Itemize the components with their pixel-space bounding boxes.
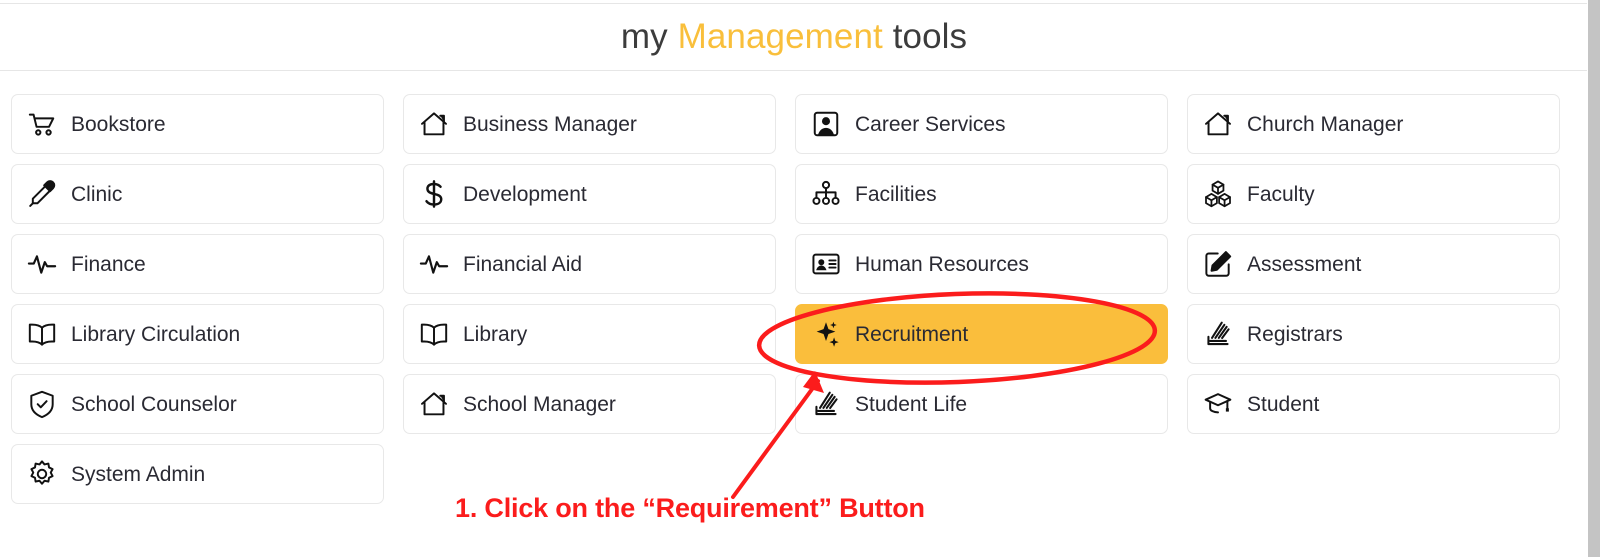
- tool-tile-placeholder: [1187, 444, 1560, 504]
- house-icon: [1202, 108, 1234, 140]
- page-title: my Management tools: [621, 17, 967, 57]
- management-tools-page: my Management tools Bookstore Business Ma…: [0, 0, 1600, 557]
- tool-tile-label: Library: [463, 322, 528, 346]
- tool-tile-financial-aid[interactable]: Financial Aid: [403, 234, 776, 294]
- tool-tile-label: Development: [463, 182, 587, 206]
- tool-tile-label: Recruitment: [855, 322, 969, 346]
- paper-stack-icon: [1202, 318, 1234, 350]
- tool-tile-facilities[interactable]: Facilities: [795, 164, 1168, 224]
- tool-tile-church-manager[interactable]: Church Manager: [1187, 94, 1560, 154]
- page-title-accent: Management: [677, 17, 883, 56]
- tool-tile-development[interactable]: Development: [403, 164, 776, 224]
- id-card-icon: [810, 248, 842, 280]
- tool-tile-registrars[interactable]: Registrars: [1187, 304, 1560, 364]
- tool-tile-label: Library Circulation: [71, 322, 241, 346]
- vertical-scrollbar[interactable]: [1588, 0, 1600, 557]
- tool-tile-label: School Counselor: [71, 392, 237, 416]
- cubes-icon: [1202, 178, 1234, 210]
- tool-tile-student-life[interactable]: Student Life: [795, 374, 1168, 434]
- tool-tile-label: Bookstore: [71, 112, 166, 136]
- tool-tile-label: Business Manager: [463, 112, 637, 136]
- tool-tile-career-services[interactable]: Career Services: [795, 94, 1168, 154]
- tool-tile-label: Career Services: [855, 112, 1006, 136]
- shield-check-icon: [26, 388, 58, 420]
- tool-tile-school-manager[interactable]: School Manager: [403, 374, 776, 434]
- tool-tile-label: Human Resources: [855, 252, 1029, 276]
- tool-tile-label: Clinic: [71, 182, 123, 206]
- paper-stack-icon: [810, 388, 842, 420]
- house-icon: [418, 388, 450, 420]
- tool-tile-faculty[interactable]: Faculty: [1187, 164, 1560, 224]
- callout-step-text: 1. Click on the “Requirement” Button: [455, 493, 925, 523]
- pulse-icon: [26, 248, 58, 280]
- pulse-icon: [418, 248, 450, 280]
- page-title-prefix: my: [620, 17, 668, 56]
- eyedropper-icon: [26, 178, 58, 210]
- open-book-icon: [418, 318, 450, 350]
- tool-tile-label: Student: [1247, 392, 1320, 416]
- tool-tile-label: Assessment: [1247, 252, 1362, 276]
- house-icon: [418, 108, 450, 140]
- tool-tile-student[interactable]: Student: [1187, 374, 1560, 434]
- shopping-cart-icon: [26, 108, 58, 140]
- tool-tile-clinic[interactable]: Clinic: [11, 164, 384, 224]
- dollar-sign-icon: [418, 178, 450, 210]
- graduation-cap-icon: [1202, 388, 1234, 420]
- pencil-square-icon: [1202, 248, 1234, 280]
- tool-tile-library-circulation[interactable]: Library Circulation: [11, 304, 384, 364]
- tool-tile-business-manager[interactable]: Business Manager: [403, 94, 776, 154]
- gear-icon: [26, 458, 58, 490]
- sparkles-icon: [810, 318, 842, 350]
- tool-tile-label: Student Life: [855, 392, 968, 416]
- page-header: my Management tools: [0, 4, 1588, 71]
- open-book-icon: [26, 318, 58, 350]
- tool-tile-library[interactable]: Library: [403, 304, 776, 364]
- user-square-icon: [810, 108, 842, 140]
- tool-tile-label: Facilities: [855, 182, 937, 206]
- tool-tile-finance[interactable]: Finance: [11, 234, 384, 294]
- tool-tile-label: Registrars: [1247, 322, 1343, 346]
- org-chart-icon: [810, 178, 842, 210]
- tool-tile-grid: Bookstore Business Manager Career Services…: [11, 94, 1560, 504]
- tool-tile-label: Faculty: [1247, 182, 1315, 206]
- tool-tile-label: System Admin: [71, 462, 206, 486]
- tool-tile-school-counselor[interactable]: School Counselor: [11, 374, 384, 434]
- tool-tile-label: Financial Aid: [463, 252, 583, 276]
- tool-tile-label: School Manager: [463, 392, 616, 416]
- tool-tile-label: Finance: [71, 252, 146, 276]
- tool-tile-label: Church Manager: [1247, 112, 1404, 136]
- tool-tile-assessment[interactable]: Assessment: [1187, 234, 1560, 294]
- tool-tile-system-admin[interactable]: System Admin: [11, 444, 384, 504]
- tool-tile-recruitment[interactable]: Recruitment: [795, 304, 1168, 364]
- tool-tile-bookstore[interactable]: Bookstore: [11, 94, 384, 154]
- page-title-suffix: tools: [892, 17, 968, 56]
- tool-tile-human-resources[interactable]: Human Resources: [795, 234, 1168, 294]
